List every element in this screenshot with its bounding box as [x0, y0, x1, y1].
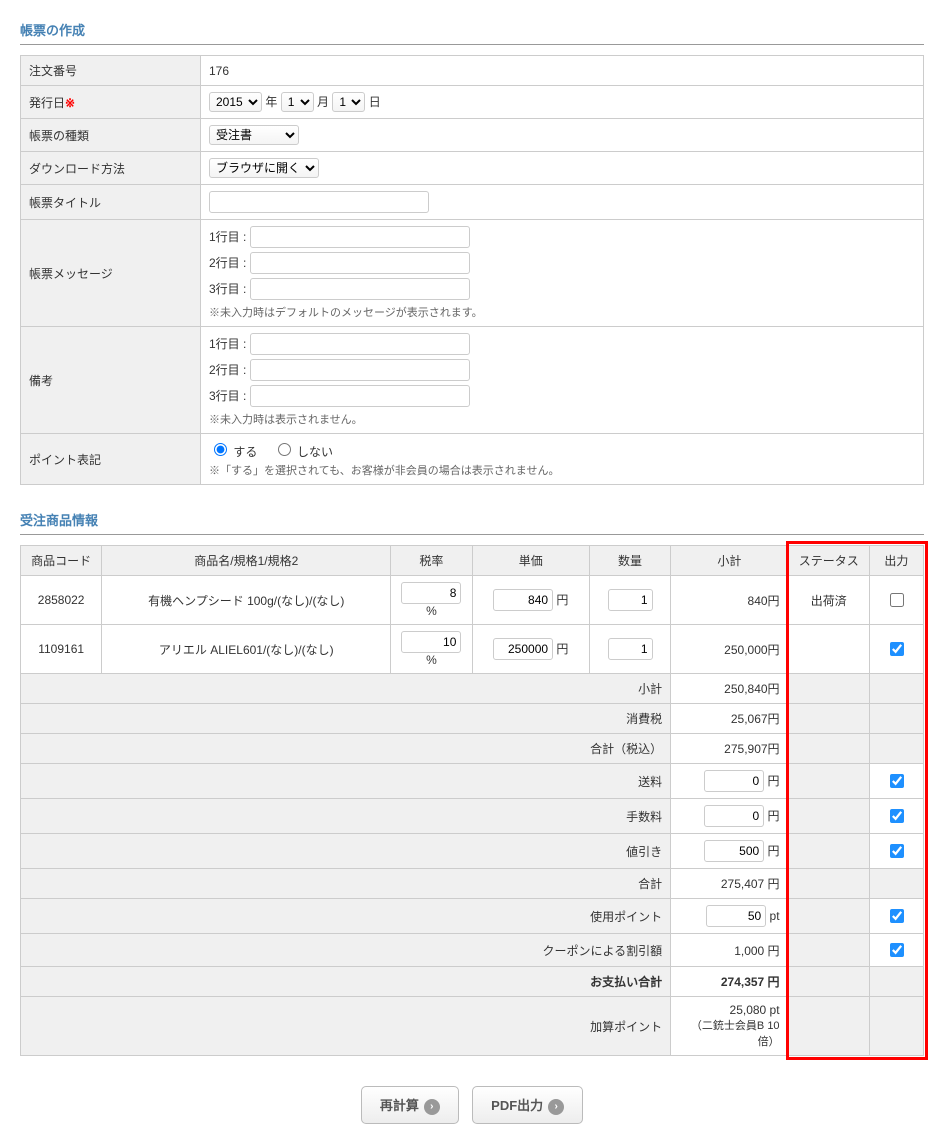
hdr-name: 商品名/規格1/規格2: [102, 546, 391, 576]
remark-line3-input[interactable]: [250, 385, 470, 407]
year-select[interactable]: 2015: [209, 92, 262, 112]
doc-type-label: 帳票の種類: [21, 119, 201, 152]
order-no-label: 注文番号: [21, 56, 201, 86]
hdr-subtotal: 小計: [671, 546, 788, 576]
chevron-right-icon: ›: [548, 1099, 564, 1115]
point-note: ※「する」を選択されても、お客様が非会員の場合は表示されません。: [209, 462, 915, 478]
remark-line1-input[interactable]: [250, 333, 470, 355]
doc-type-select[interactable]: 受注書: [209, 125, 299, 145]
use-pt-input[interactable]: [706, 905, 766, 927]
recalc-button[interactable]: 再計算›: [361, 1086, 459, 1124]
section-prod-title: 受注商品情報: [20, 510, 924, 529]
fee-input[interactable]: [704, 805, 764, 827]
pdf-button[interactable]: PDF出力›: [472, 1086, 583, 1124]
output-checkbox[interactable]: [890, 809, 904, 823]
section-form-title: 帳票の作成: [20, 20, 924, 39]
discount-input[interactable]: [704, 840, 764, 862]
output-checkbox[interactable]: [890, 943, 904, 957]
table-row: 2858022 有機ヘンプシード 100g/(なし)/(なし) % 円 840円…: [21, 576, 924, 625]
output-checkbox[interactable]: [890, 593, 904, 607]
tax-input[interactable]: [401, 631, 461, 653]
hdr-tax: 税率: [391, 546, 472, 576]
doc-title-input[interactable]: [209, 191, 429, 213]
issue-date-label: 発行日※: [21, 86, 201, 119]
price-input[interactable]: [493, 589, 553, 611]
radio-do[interactable]: する: [209, 445, 257, 459]
remark-label: 備考: [21, 327, 201, 434]
qty-input[interactable]: [608, 638, 653, 660]
remark-note: ※未入力時は表示されません。: [209, 411, 915, 427]
msg-line2-input[interactable]: [250, 252, 470, 274]
hdr-code: 商品コード: [21, 546, 102, 576]
chevron-right-icon: ›: [424, 1099, 440, 1115]
divider: [20, 534, 924, 535]
hdr-output: 出力: [869, 546, 923, 576]
form-table: 注文番号 176 発行日※ 2015 年 1 月 1 日 帳票の種類 受注書 ダ…: [20, 55, 924, 485]
message-label: 帳票メッセージ: [21, 220, 201, 327]
output-checkbox[interactable]: [890, 909, 904, 923]
table-row: 1109161 アリエル ALIEL601/(なし)/(なし) % 円 250,…: [21, 625, 924, 674]
required-mark: ※: [65, 96, 75, 110]
remark-line2-input[interactable]: [250, 359, 470, 381]
qty-input[interactable]: [608, 589, 653, 611]
output-checkbox[interactable]: [890, 844, 904, 858]
month-select[interactable]: 1: [281, 92, 314, 112]
divider: [20, 44, 924, 45]
output-checkbox[interactable]: [890, 642, 904, 656]
point-display-label: ポイント表記: [21, 434, 201, 485]
message-note: ※未入力時はデフォルトのメッセージが表示されます。: [209, 304, 915, 320]
hdr-qty: 数量: [589, 546, 670, 576]
issue-date-cell: 2015 年 1 月 1 日: [201, 86, 924, 119]
download-method-select[interactable]: ブラウザに開く: [209, 158, 319, 178]
download-method-label: ダウンロード方法: [21, 152, 201, 185]
msg-line3-input[interactable]: [250, 278, 470, 300]
day-select[interactable]: 1: [332, 92, 365, 112]
hdr-status: ステータス: [788, 546, 869, 576]
product-table: 商品コード 商品名/規格1/規格2 税率 単価 数量 小計 ステータス 出力 2…: [20, 545, 924, 1056]
msg-line1-input[interactable]: [250, 226, 470, 248]
order-no-value: 176: [201, 56, 924, 86]
shipping-input[interactable]: [704, 770, 764, 792]
output-checkbox[interactable]: [890, 774, 904, 788]
tax-input[interactable]: [401, 582, 461, 604]
doc-title-label: 帳票タイトル: [21, 185, 201, 220]
hdr-price: 単価: [472, 546, 589, 576]
price-input[interactable]: [493, 638, 553, 660]
radio-dont[interactable]: しない: [273, 445, 333, 459]
